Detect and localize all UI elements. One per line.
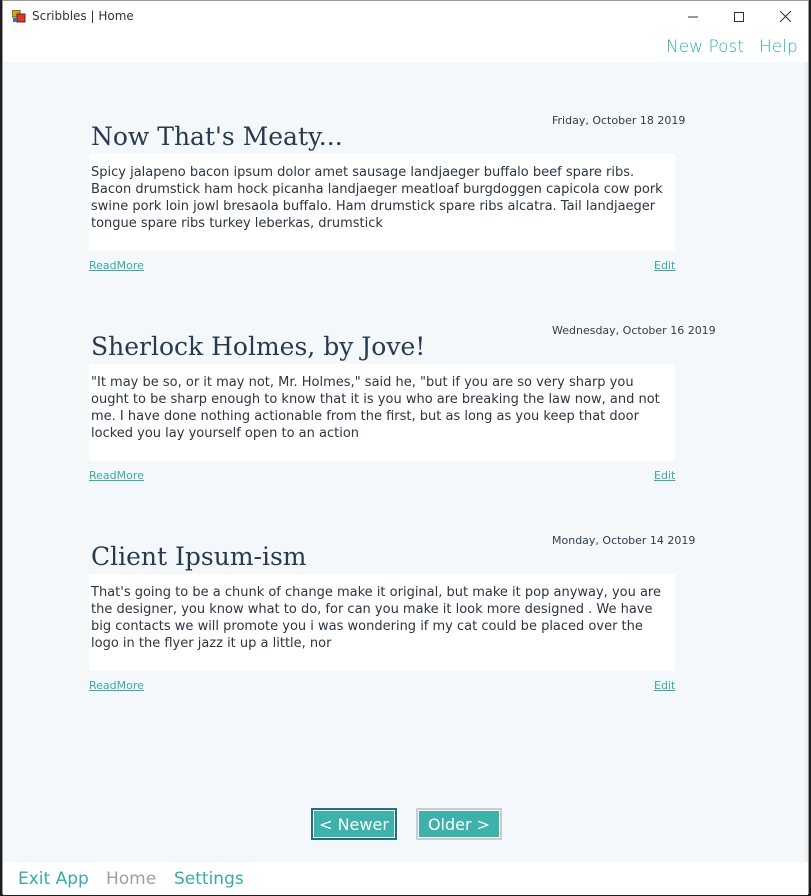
app-window: Scribbles | Home New Post Help Friday, O… bbox=[2, 0, 809, 895]
post-excerpt: Spicy jalapeno bacon ipsum dolor amet sa… bbox=[89, 154, 675, 251]
minimize-icon bbox=[688, 16, 698, 17]
minimize-button[interactable] bbox=[670, 1, 716, 32]
window-title: Scribbles | Home bbox=[32, 9, 134, 23]
maximize-button[interactable] bbox=[716, 1, 762, 32]
help-link[interactable]: Help bbox=[759, 37, 798, 57]
newer-button[interactable]: < Newer bbox=[311, 808, 397, 840]
maximize-icon bbox=[734, 11, 744, 22]
post-list: Friday, October 18 2019 Now That's Meaty… bbox=[3, 62, 808, 862]
post-date: Friday, October 18 2019 bbox=[552, 114, 686, 127]
post-date: Monday, October 14 2019 bbox=[552, 534, 696, 547]
post-excerpt: "It may be so, or it may not, Mr. Holmes… bbox=[89, 364, 675, 461]
settings-link[interactable]: Settings bbox=[174, 869, 244, 889]
edit-link[interactable]: Edit bbox=[654, 469, 675, 482]
post-card: Friday, October 18 2019 Now That's Meaty… bbox=[89, 114, 719, 284]
edit-link[interactable]: Edit bbox=[654, 259, 675, 272]
post-card: Wednesday, October 16 2019 Sherlock Holm… bbox=[89, 324, 719, 494]
post-date: Wednesday, October 16 2019 bbox=[552, 324, 716, 337]
read-more-link[interactable]: ReadMore bbox=[89, 679, 144, 692]
read-more-link[interactable]: ReadMore bbox=[89, 259, 144, 272]
read-more-link[interactable]: ReadMore bbox=[89, 469, 144, 482]
post-card: Monday, October 14 2019 Client Ipsum-ism… bbox=[89, 534, 719, 704]
close-button[interactable] bbox=[762, 1, 808, 32]
post-title: Sherlock Holmes, by Jove! bbox=[91, 332, 426, 361]
close-icon bbox=[779, 11, 791, 22]
scroll-track bbox=[805, 62, 808, 862]
edit-link[interactable]: Edit bbox=[654, 679, 675, 692]
title-bar: Scribbles | Home bbox=[3, 1, 808, 32]
post-title: Now That's Meaty... bbox=[91, 122, 343, 151]
post-excerpt: That's going to be a chunk of change mak… bbox=[89, 574, 675, 671]
post-title: Client Ipsum-ism bbox=[91, 542, 307, 571]
new-post-link[interactable]: New Post bbox=[666, 37, 744, 57]
older-button[interactable]: Older > bbox=[416, 808, 502, 840]
app-icon bbox=[11, 9, 26, 23]
exit-app-link[interactable]: Exit App bbox=[18, 869, 89, 889]
home-link[interactable]: Home bbox=[106, 869, 156, 889]
